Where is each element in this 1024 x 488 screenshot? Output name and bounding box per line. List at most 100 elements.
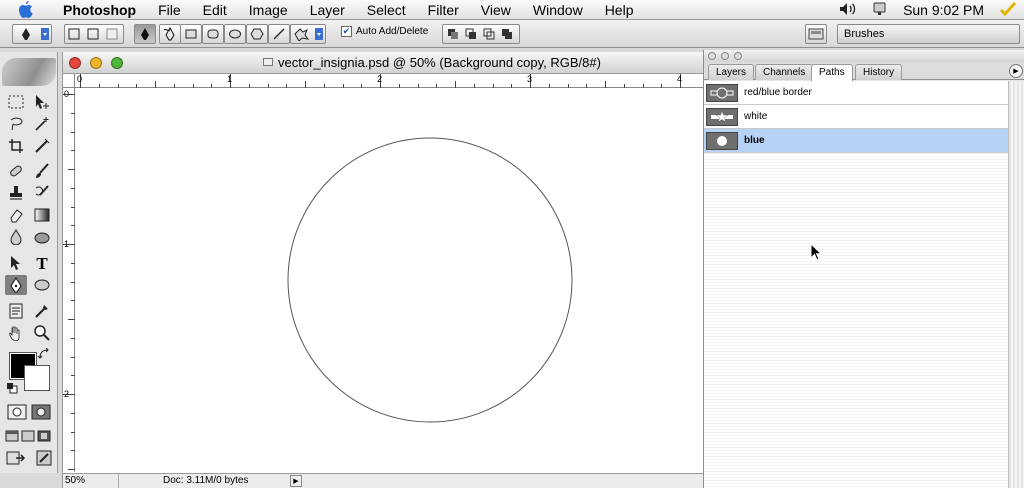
horizontal-ruler[interactable]: 0 1 2 3 4 xyxy=(75,74,703,88)
ruler-origin[interactable] xyxy=(63,74,75,88)
pen-tool-icon[interactable] xyxy=(5,275,27,295)
marquee-tool-icon[interactable] xyxy=(5,92,27,112)
crop-tool-icon[interactable] xyxy=(5,136,27,156)
pen-tool-option-icon[interactable] xyxy=(134,24,156,44)
palette-zoom-icon[interactable] xyxy=(734,52,742,60)
ruler-v-label-0: 0 xyxy=(64,89,70,99)
auto-add-delete-label: Auto Add/Delete xyxy=(356,26,429,37)
clone-stamp-tool-icon[interactable] xyxy=(5,183,27,203)
path-thumbnail-icon xyxy=(706,131,738,150)
healing-brush-tool-icon[interactable] xyxy=(5,161,27,181)
default-colors-icon[interactable] xyxy=(6,382,18,394)
apple-icon[interactable] xyxy=(0,0,52,19)
document-title-text: vector_insignia.psd @ 50% (Background co… xyxy=(278,55,601,70)
path-operation-buttons[interactable] xyxy=(442,24,520,44)
full-screen-mode-icon[interactable] xyxy=(36,426,52,446)
path-name: red/blue border xyxy=(744,87,812,98)
document-proxy-icon[interactable] xyxy=(263,58,273,66)
polygon-shape-icon[interactable] xyxy=(246,24,268,44)
menu-window[interactable]: Window xyxy=(522,0,594,20)
menu-filter[interactable]: Filter xyxy=(417,0,470,20)
ruler-v-label-1: 1 xyxy=(64,239,70,249)
imageready-icon[interactable] xyxy=(33,448,55,468)
tool-preset-picker[interactable] xyxy=(12,24,52,44)
slice-tool-icon[interactable] xyxy=(31,136,53,156)
path-thumbnail-icon xyxy=(706,83,738,102)
sponge-tool-icon[interactable] xyxy=(31,227,53,247)
menu-select[interactable]: Select xyxy=(356,0,417,20)
standard-screen-mode-icon[interactable] xyxy=(4,426,20,446)
paths-list: red/blue border white blue xyxy=(704,81,1008,488)
paths-palette: Layers Channels Paths History ▶ red/blue… xyxy=(703,50,1024,488)
line-shape-icon[interactable] xyxy=(268,24,290,44)
document-canvas[interactable] xyxy=(76,89,703,473)
quick-mask-mode-icon[interactable] xyxy=(30,402,52,422)
path-row-white[interactable]: white xyxy=(704,105,1008,129)
menu-help[interactable]: Help xyxy=(594,0,645,20)
magic-wand-tool-icon[interactable] xyxy=(31,114,53,134)
auto-add-delete-checkbox[interactable]: ✔ Auto Add/Delete xyxy=(341,26,428,37)
ellipse-tool-icon[interactable] xyxy=(31,275,53,295)
document-title-bar[interactable]: vector_insignia.psd @ 50% (Background co… xyxy=(63,52,703,74)
palette-menu-icon[interactable]: ▶ xyxy=(1009,64,1023,78)
menu-image[interactable]: Image xyxy=(238,0,299,20)
volume-icon[interactable] xyxy=(839,2,857,19)
menu-app-photoshop[interactable]: Photoshop xyxy=(52,0,147,20)
document-title: vector_insignia.psd @ 50% (Background co… xyxy=(263,55,601,70)
hand-tool-icon[interactable] xyxy=(5,323,27,343)
swap-colors-icon[interactable] xyxy=(38,348,50,360)
blur-tool-icon[interactable] xyxy=(5,227,27,247)
feather-logo-icon[interactable] xyxy=(2,58,56,86)
minimize-window-icon[interactable] xyxy=(90,57,102,69)
brushes-palette-tab[interactable]: Brushes xyxy=(837,24,1020,44)
background-color-swatch[interactable] xyxy=(24,365,50,391)
palette-scrollbar[interactable] xyxy=(1008,81,1024,488)
palette-title-bar[interactable] xyxy=(704,50,1024,62)
path-row-blue[interactable]: blue xyxy=(704,129,1008,153)
path-selection-tool-icon[interactable] xyxy=(5,253,27,273)
path-mode-buttons[interactable] xyxy=(64,24,124,44)
history-brush-tool-icon[interactable] xyxy=(31,183,53,203)
menu-file[interactable]: File xyxy=(147,0,192,20)
menu-view[interactable]: View xyxy=(470,0,522,20)
tab-layers[interactable]: Layers xyxy=(708,64,755,80)
full-screen-menu-mode-icon[interactable] xyxy=(20,426,36,446)
custom-shape-picker[interactable] xyxy=(290,24,326,44)
vertical-ruler[interactable]: 0 1 2 xyxy=(63,88,75,472)
menu-edit[interactable]: Edit xyxy=(192,0,238,20)
type-tool-icon[interactable]: T xyxy=(31,253,53,273)
zoom-level-field[interactable]: 50% xyxy=(63,474,119,488)
palette-minimize-icon[interactable] xyxy=(721,52,729,60)
status-bar: 50% Doc: 3.11M/0 bytes ▶ xyxy=(63,473,703,488)
zoom-tool-icon[interactable] xyxy=(31,323,53,343)
tab-channels[interactable]: Channels xyxy=(755,64,814,80)
rounded-rectangle-shape-icon[interactable] xyxy=(202,24,224,44)
rectangle-shape-icon[interactable] xyxy=(180,24,202,44)
ruler-h-label-1: 1 xyxy=(227,74,233,84)
circle-path[interactable] xyxy=(287,137,573,423)
palette-close-icon[interactable] xyxy=(708,52,716,60)
gradient-tool-icon[interactable] xyxy=(31,205,53,225)
display-icon[interactable] xyxy=(873,2,887,19)
status-menu-arrow-icon[interactable]: ▶ xyxy=(290,475,302,487)
eyedropper-tool-icon[interactable] xyxy=(31,301,53,321)
eraser-tool-icon[interactable] xyxy=(5,205,27,225)
path-row-red-blue-border[interactable]: red/blue border xyxy=(704,81,1008,105)
ruler-h-label-3: 3 xyxy=(527,74,533,84)
palette-well-icon[interactable] xyxy=(805,24,827,44)
notes-tool-icon[interactable] xyxy=(5,301,27,321)
menu-layer[interactable]: Layer xyxy=(299,0,356,20)
zoom-window-icon[interactable] xyxy=(111,57,123,69)
brush-tool-icon[interactable] xyxy=(31,161,53,181)
menubar-clock[interactable]: Sun 9:02 PM xyxy=(903,2,984,18)
lasso-tool-icon[interactable] xyxy=(5,114,27,134)
move-tool-icon[interactable] xyxy=(31,92,53,112)
tab-history[interactable]: History xyxy=(855,64,903,80)
freeform-pen-option-icon[interactable] xyxy=(159,24,181,44)
checkmark-icon[interactable] xyxy=(999,1,1017,19)
standard-mode-icon[interactable] xyxy=(6,402,28,422)
close-window-icon[interactable] xyxy=(69,57,81,69)
tab-paths[interactable]: Paths xyxy=(811,64,853,81)
ellipse-shape-icon[interactable] xyxy=(224,24,246,44)
jump-to-imageready-icon[interactable] xyxy=(5,448,27,468)
